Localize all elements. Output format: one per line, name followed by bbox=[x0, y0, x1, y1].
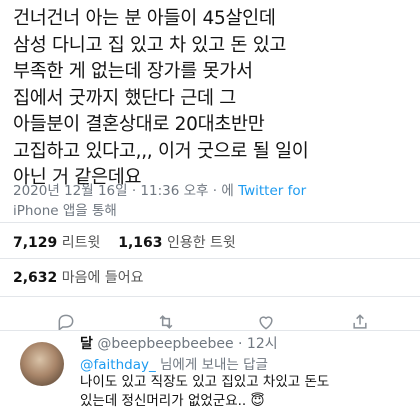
tweet-text: 건너건너 아는 분 아들이 45살인데 삼성 다니고 집 있고 차 있고 돈 있… bbox=[13, 8, 309, 188]
tweet-source-link[interactable]: Twitter for bbox=[238, 183, 306, 199]
tweet-timestamp: 2020년 12월 16일 · 11:36 오후 · 에 bbox=[13, 183, 234, 199]
divider bbox=[0, 222, 420, 223]
quotes-label: 인용한 트윗 bbox=[166, 235, 236, 251]
likes-label: 마음에 들어요 bbox=[61, 270, 144, 286]
like-button[interactable] bbox=[252, 308, 280, 336]
retweet-stats: 7,129 리트윗 1,163 인용한 트윗 bbox=[13, 232, 236, 252]
retweets-label: 리트윗 bbox=[61, 235, 101, 251]
reply-time: · 12시 bbox=[238, 336, 278, 352]
quotes-link[interactable]: 1,163 인용한 트윗 bbox=[118, 235, 236, 251]
likes-count: 2,632 bbox=[13, 270, 58, 286]
share-button[interactable] bbox=[346, 308, 374, 336]
tweet-meta: 2020년 12월 16일 · 11:36 오후 · 에 Twitter for… bbox=[13, 181, 413, 221]
reply-mention-link[interactable]: @faithday_ bbox=[80, 357, 156, 373]
retweets-link[interactable]: 7,129 리트윗 bbox=[13, 235, 105, 251]
divider bbox=[0, 258, 420, 259]
reply-to-label: 님에게 보내는 답글 bbox=[160, 357, 268, 373]
reply-button[interactable] bbox=[52, 308, 80, 336]
tweet-actions bbox=[0, 308, 420, 336]
reply-to-line: @faithday_ 님에게 보내는 답글 bbox=[80, 353, 268, 373]
quotes-count: 1,163 bbox=[118, 235, 163, 251]
reply-author-handle[interactable]: @beepbeepbeebee bbox=[97, 336, 233, 352]
divider bbox=[0, 296, 420, 297]
reply-text: 나이도 있고 직장도 있고 집있고 차있고 돈도 있는데 정신머리가 없었군요.… bbox=[80, 374, 330, 409]
likes-link[interactable]: 2,632 마음에 들어요 bbox=[13, 267, 143, 287]
retweet-icon bbox=[159, 315, 173, 329]
avatar[interactable] bbox=[20, 342, 64, 386]
reply-header: 달 @beepbeepbeebee · 12시 bbox=[80, 333, 278, 353]
divider bbox=[0, 330, 420, 331]
tweet-device: iPhone 앱을 통해 bbox=[13, 203, 117, 219]
reply-icon bbox=[58, 314, 74, 331]
retweet-button[interactable] bbox=[152, 308, 180, 336]
like-icon bbox=[259, 316, 273, 330]
retweets-count: 7,129 bbox=[13, 235, 58, 251]
reply-author-name[interactable]: 달 bbox=[80, 336, 93, 352]
share-icon bbox=[353, 314, 367, 329]
